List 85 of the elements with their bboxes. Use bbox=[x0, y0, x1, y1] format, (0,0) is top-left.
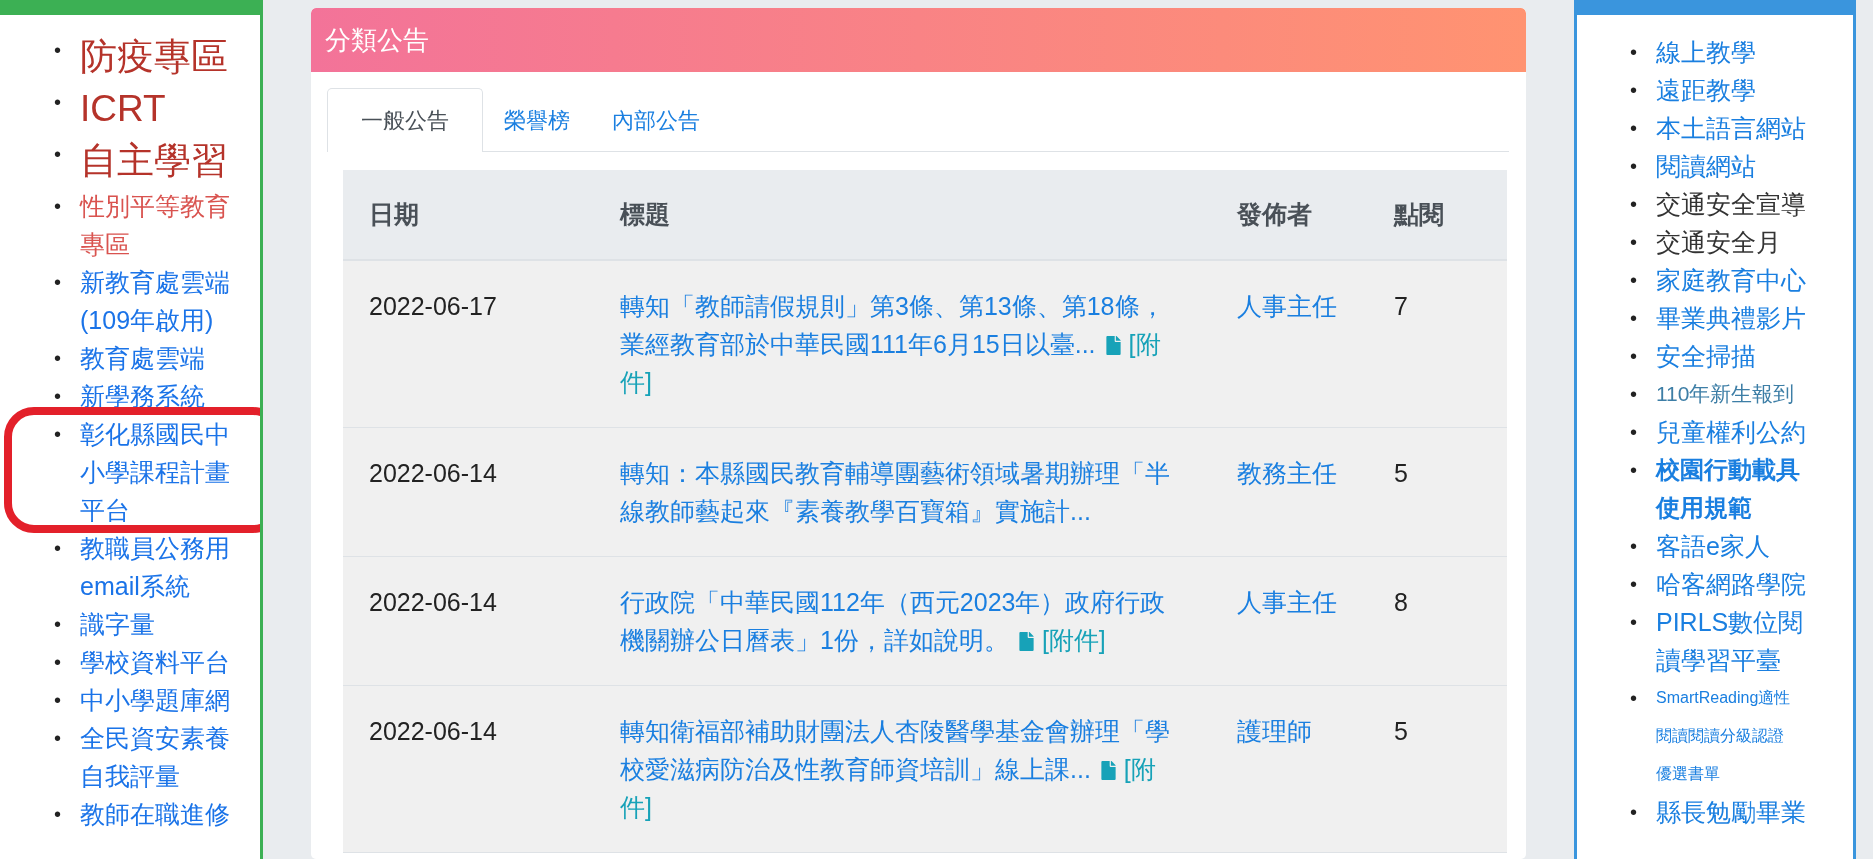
bullet: • bbox=[54, 142, 61, 167]
bullet: • bbox=[1630, 572, 1637, 597]
sidebar-link[interactable]: ICRT bbox=[80, 83, 242, 135]
bullet: • bbox=[54, 346, 61, 371]
sidebar-link[interactable]: 全民資安素養自我評量 bbox=[80, 719, 242, 795]
column-header: 點閱 bbox=[1368, 170, 1507, 260]
file-icon bbox=[1103, 336, 1123, 355]
sidebar-link[interactable]: 遠距教學 bbox=[1656, 71, 1818, 109]
sidebar-link[interactable]: 教育處雲端 bbox=[80, 339, 242, 377]
bullet: • bbox=[54, 612, 61, 637]
sidebar-link[interactable]: 識字量 bbox=[80, 605, 242, 643]
views-cell: 5 bbox=[1368, 685, 1507, 853]
sidebar-link[interactable]: 縣長勉勵畢業 bbox=[1656, 793, 1818, 831]
publisher-link[interactable]: 教務主任 bbox=[1237, 459, 1337, 487]
bullet: • bbox=[1630, 230, 1637, 255]
column-header: 發佈者 bbox=[1211, 170, 1368, 260]
card-header: 分類公告 bbox=[311, 8, 1526, 72]
bullet: • bbox=[54, 194, 61, 219]
sidebar-link[interactable]: 教師在職進修 bbox=[80, 795, 242, 833]
sidebar-link[interactable]: SmartReading適性閱讀閱讀分級認證優選書單 bbox=[1656, 679, 1796, 793]
sidebar-link[interactable]: 閱讀網站 bbox=[1656, 147, 1818, 185]
views-cell: 7 bbox=[1368, 260, 1507, 428]
bullet: • bbox=[54, 384, 61, 409]
sidebar-link[interactable]: 客語e家人 bbox=[1656, 527, 1818, 565]
date-cell: 2022-06-17 bbox=[343, 260, 594, 428]
sidebar-link[interactable]: 家庭教育中心 bbox=[1656, 261, 1818, 299]
bullet: • bbox=[1630, 534, 1637, 559]
sidebar-link[interactable]: 畢業典禮影片 bbox=[1656, 299, 1818, 337]
bullet: • bbox=[1630, 154, 1637, 179]
bullet: • bbox=[54, 422, 61, 447]
sidebar-link[interactable]: 防疫專區 bbox=[80, 31, 242, 83]
sidebar-link[interactable]: 校園行動載具使用規範 bbox=[1656, 451, 1818, 527]
bullet: • bbox=[54, 536, 61, 561]
sidebar-link[interactable]: 安全掃描 bbox=[1656, 337, 1818, 375]
sidebar-link[interactable]: 中小學題庫網 bbox=[80, 681, 242, 719]
sidebar-link[interactable]: 性別平等教育專區 bbox=[80, 187, 242, 263]
bullet: • bbox=[1630, 192, 1637, 217]
bullet: • bbox=[1630, 78, 1637, 103]
tab[interactable]: 一般公告 bbox=[327, 88, 483, 152]
tab[interactable]: 榮譽榜 bbox=[483, 88, 591, 152]
file-icon bbox=[1098, 761, 1118, 780]
bullet: • bbox=[54, 270, 61, 295]
sidebar-link[interactable]: 學校資料平台 bbox=[80, 643, 242, 681]
tab[interactable]: 內部公告 bbox=[591, 88, 721, 152]
sidebar-link[interactable]: 哈客網路學院 bbox=[1656, 565, 1818, 603]
bullet: • bbox=[1630, 686, 1637, 711]
sidebar-link[interactable]: 線上教學 bbox=[1656, 33, 1818, 71]
publisher-link[interactable]: 人事主任 bbox=[1237, 292, 1337, 320]
bullet: • bbox=[54, 650, 61, 675]
sidebar-link[interactable]: 教職員公務用email系統 bbox=[80, 529, 242, 605]
bullet: • bbox=[1630, 344, 1637, 369]
sidebar-link[interactable]: 自主學習 bbox=[80, 135, 242, 187]
bullet: • bbox=[54, 802, 61, 827]
column-header: 日期 bbox=[343, 170, 594, 260]
bullet: • bbox=[54, 90, 61, 115]
bullet: • bbox=[1630, 420, 1637, 445]
sidebar-link[interactable]: 交通安全月 bbox=[1656, 223, 1818, 261]
publisher-link[interactable]: 人事主任 bbox=[1237, 588, 1337, 616]
bullet: • bbox=[1630, 382, 1637, 407]
bullet: • bbox=[1630, 306, 1637, 331]
bullet: • bbox=[54, 688, 61, 713]
bullet: • bbox=[1630, 800, 1637, 825]
sidebar-link[interactable]: 彰化縣國民中小學課程計畫平台 bbox=[80, 415, 242, 529]
bullet: • bbox=[1630, 610, 1637, 635]
date-cell: 2022-06-14 bbox=[343, 556, 594, 686]
publisher-link[interactable]: 護理師 bbox=[1237, 717, 1312, 745]
views-cell: 8 bbox=[1368, 556, 1507, 686]
column-header: 標題 bbox=[594, 170, 1211, 260]
sidebar-link[interactable]: 新教育處雲端(109年啟用) bbox=[80, 263, 242, 339]
sidebar-link[interactable]: 兒童權利公約 bbox=[1656, 413, 1818, 451]
date-cell: 2022-06-14 bbox=[343, 685, 594, 853]
bullet: • bbox=[1630, 116, 1637, 141]
bullet: • bbox=[54, 38, 61, 63]
views-cell: 5 bbox=[1368, 427, 1507, 557]
sidebar-link[interactable]: 本土語言網站 bbox=[1656, 109, 1818, 147]
bullet: • bbox=[1630, 40, 1637, 65]
sidebar-link[interactable]: PIRLS數位閱讀學習平臺 bbox=[1656, 603, 1818, 679]
sidebar-link[interactable]: 交通安全宣導 bbox=[1656, 185, 1818, 223]
file-icon bbox=[1016, 632, 1036, 651]
bullet: • bbox=[1630, 268, 1637, 293]
bullet: • bbox=[54, 726, 61, 751]
sidebar-link[interactable]: 110年新生報到 bbox=[1656, 375, 1818, 413]
date-cell: 2022-06-14 bbox=[343, 427, 594, 557]
bullet: • bbox=[1630, 458, 1637, 483]
sidebar-link[interactable]: 新學務系統 bbox=[80, 377, 242, 415]
